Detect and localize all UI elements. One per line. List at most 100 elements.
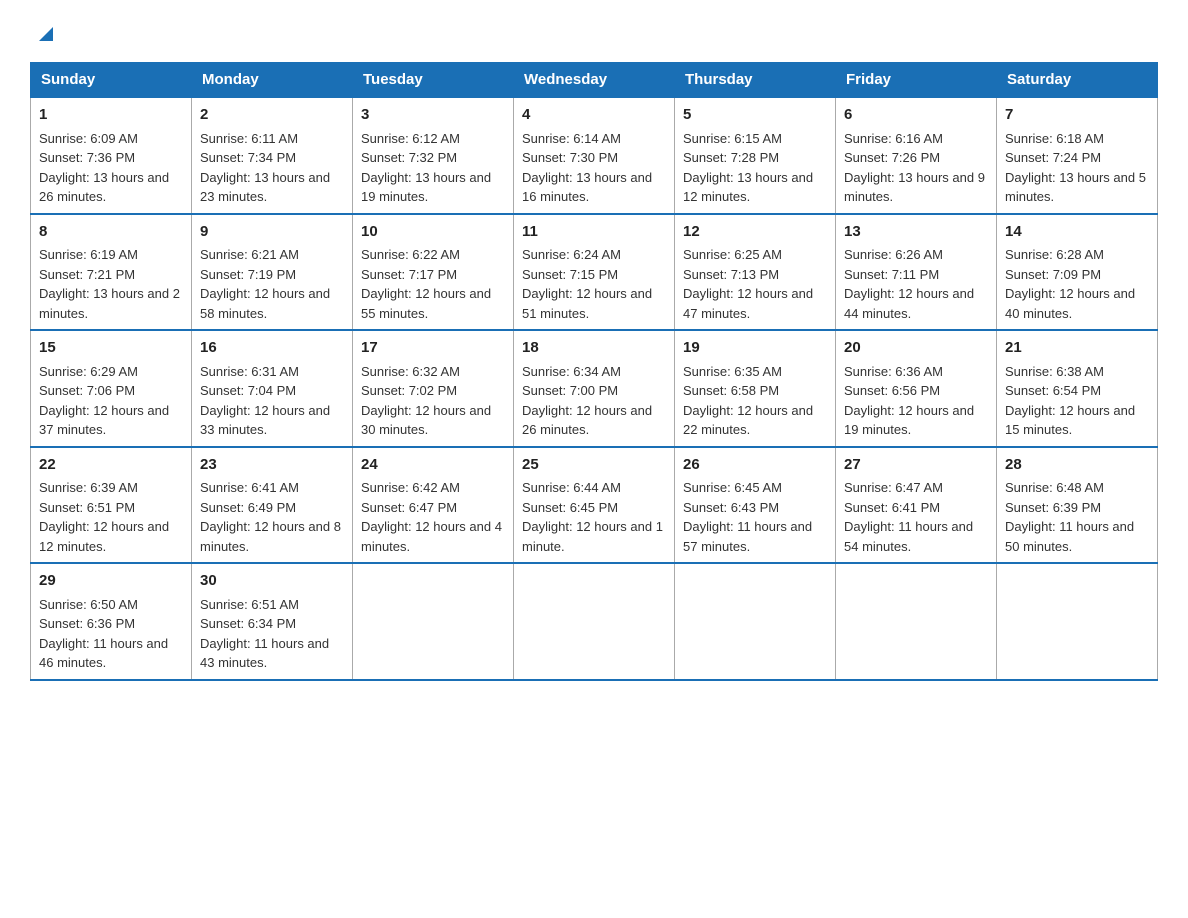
daylight-text: Daylight: 13 hours and 26 minutes.	[39, 170, 169, 205]
sunrise-text: Sunrise: 6:25 AM	[683, 247, 782, 262]
cell-content: 15Sunrise: 6:29 AMSunset: 7:06 PMDayligh…	[39, 337, 183, 440]
sunset-text: Sunset: 7:17 PM	[361, 267, 457, 282]
cell-content: 26Sunrise: 6:45 AMSunset: 6:43 PMDayligh…	[683, 454, 827, 557]
calendar-cell: 27 Sunrise: 6:47 AM Sunset: 6:41 PM Dayligh…	[836, 447, 997, 564]
day-number: 1	[39, 104, 183, 127]
daylight-text: Daylight: 11 hours and 50 minutes.	[1005, 519, 1134, 554]
calendar-week-4: 22Sunrise: 6:39 AMSunset: 6:51 PMDayligh…	[31, 447, 1158, 564]
daylight-text: Daylight: 11 hours and 43 minutes.	[200, 636, 329, 671]
calendar-cell: 22Sunrise: 6:39 AMSunset: 6:51 PMDayligh…	[31, 447, 192, 564]
day-number: 21	[1005, 337, 1149, 360]
daylight-text: Daylight: 11 hours and 54 minutes.	[844, 519, 973, 554]
day-header-thursday: Thursday	[675, 63, 836, 98]
sunrise-text: Sunrise: 6:24 AM	[522, 247, 621, 262]
sunrise-text: Sunrise: 6:12 AM	[361, 131, 460, 146]
sunset-text: Sunset: 6:41 PM	[844, 500, 940, 515]
sunset-text: Sunset: 7:19 PM	[200, 267, 296, 282]
daylight-text: Daylight: 13 hours and 9 minutes.	[844, 170, 985, 205]
sunset-text: Sunset: 6:51 PM	[39, 500, 135, 515]
day-header-saturday: Saturday	[997, 63, 1158, 98]
cell-content: 29Sunrise: 6:50 AMSunset: 6:36 PMDayligh…	[39, 570, 183, 673]
day-number: 24	[361, 454, 505, 477]
daylight-text: Daylight: 11 hours and 57 minutes.	[683, 519, 812, 554]
sunrise-text: Sunrise: 6:47 AM	[844, 480, 943, 495]
day-number: 4	[522, 104, 666, 127]
sunrise-text: Sunrise: 6:41 AM	[200, 480, 299, 495]
daylight-text: Daylight: 12 hours and 40 minutes.	[1005, 286, 1135, 321]
sunset-text: Sunset: 6:47 PM	[361, 500, 457, 515]
sunrise-text: Sunrise: 6:15 AM	[683, 131, 782, 146]
sunset-text: Sunset: 7:30 PM	[522, 150, 618, 165]
daylight-text: Daylight: 13 hours and 23 minutes.	[200, 170, 330, 205]
calendar-cell: 6Sunrise: 6:16 AMSunset: 7:26 PMDaylight…	[836, 97, 997, 214]
sunset-text: Sunset: 6:39 PM	[1005, 500, 1101, 515]
cell-content: 3Sunrise: 6:12 AMSunset: 7:32 PMDaylight…	[361, 104, 505, 207]
calendar-cell: 28Sunrise: 6:48 AMSunset: 6:39 PMDayligh…	[997, 447, 1158, 564]
day-number: 11	[522, 221, 666, 244]
sunset-text: Sunset: 6:56 PM	[844, 383, 940, 398]
cell-content: 12Sunrise: 6:25 AMSunset: 7:13 PMDayligh…	[683, 221, 827, 324]
cell-content: 28Sunrise: 6:48 AMSunset: 6:39 PMDayligh…	[1005, 454, 1149, 557]
sunrise-text: Sunrise: 6:14 AM	[522, 131, 621, 146]
daylight-text: Daylight: 11 hours and 46 minutes.	[39, 636, 168, 671]
day-number: 22	[39, 454, 183, 477]
calendar-cell: 12Sunrise: 6:25 AMSunset: 7:13 PMDayligh…	[675, 214, 836, 331]
cell-content: 9Sunrise: 6:21 AMSunset: 7:19 PMDaylight…	[200, 221, 344, 324]
day-number: 27	[844, 454, 988, 477]
sunrise-text: Sunrise: 6:42 AM	[361, 480, 460, 495]
daylight-text: Daylight: 13 hours and 12 minutes.	[683, 170, 813, 205]
sunrise-text: Sunrise: 6:29 AM	[39, 364, 138, 379]
day-number: 9	[200, 221, 344, 244]
calendar-cell: 20Sunrise: 6:36 AMSunset: 6:56 PMDayligh…	[836, 330, 997, 447]
daylight-text: Daylight: 12 hours and 26 minutes.	[522, 403, 652, 438]
calendar-cell: 26Sunrise: 6:45 AMSunset: 6:43 PMDayligh…	[675, 447, 836, 564]
sunrise-text: Sunrise: 6:26 AM	[844, 247, 943, 262]
daylight-text: Daylight: 12 hours and 22 minutes.	[683, 403, 813, 438]
day-number: 25	[522, 454, 666, 477]
cell-content: 11Sunrise: 6:24 AMSunset: 7:15 PMDayligh…	[522, 221, 666, 324]
sunrise-text: Sunrise: 6:11 AM	[200, 131, 298, 146]
calendar-cell: 2Sunrise: 6:11 AMSunset: 7:34 PMDaylight…	[192, 97, 353, 214]
calendar-cell: 9Sunrise: 6:21 AMSunset: 7:19 PMDaylight…	[192, 214, 353, 331]
sunrise-text: Sunrise: 6:31 AM	[200, 364, 299, 379]
sunset-text: Sunset: 6:58 PM	[683, 383, 779, 398]
logo-triangle-icon	[35, 23, 57, 45]
day-number: 3	[361, 104, 505, 127]
day-header-wednesday: Wednesday	[514, 63, 675, 98]
day-number: 8	[39, 221, 183, 244]
daylight-text: Daylight: 12 hours and 33 minutes.	[200, 403, 330, 438]
cell-content: 5Sunrise: 6:15 AMSunset: 7:28 PMDaylight…	[683, 104, 827, 207]
day-number: 26	[683, 454, 827, 477]
cell-content: 8Sunrise: 6:19 AMSunset: 7:21 PMDaylight…	[39, 221, 183, 324]
cell-content: 16Sunrise: 6:31 AMSunset: 7:04 PMDayligh…	[200, 337, 344, 440]
cell-content: 25Sunrise: 6:44 AMSunset: 6:45 PMDayligh…	[522, 454, 666, 557]
cell-content: 17Sunrise: 6:32 AMSunset: 7:02 PMDayligh…	[361, 337, 505, 440]
daylight-text: Daylight: 12 hours and 1 minute.	[522, 519, 663, 554]
sunrise-text: Sunrise: 6:09 AM	[39, 131, 138, 146]
calendar-cell: 10Sunrise: 6:22 AMSunset: 7:17 PMDayligh…	[353, 214, 514, 331]
calendar-cell: 3Sunrise: 6:12 AMSunset: 7:32 PMDaylight…	[353, 97, 514, 214]
calendar-cell: 18Sunrise: 6:34 AMSunset: 7:00 PMDayligh…	[514, 330, 675, 447]
cell-content: 27 Sunrise: 6:47 AM Sunset: 6:41 PM Dayligh…	[844, 454, 988, 557]
cell-content: 1Sunrise: 6:09 AMSunset: 7:36 PMDaylight…	[39, 104, 183, 207]
day-number: 17	[361, 337, 505, 360]
calendar-cell: 7Sunrise: 6:18 AMSunset: 7:24 PMDaylight…	[997, 97, 1158, 214]
calendar-cell: 5Sunrise: 6:15 AMSunset: 7:28 PMDaylight…	[675, 97, 836, 214]
calendar-cell: 11Sunrise: 6:24 AMSunset: 7:15 PMDayligh…	[514, 214, 675, 331]
daylight-text: Daylight: 13 hours and 19 minutes.	[361, 170, 491, 205]
day-number: 28	[1005, 454, 1149, 477]
sunset-text: Sunset: 6:45 PM	[522, 500, 618, 515]
sunrise-text: Sunrise: 6:36 AM	[844, 364, 943, 379]
day-number: 23	[200, 454, 344, 477]
sunset-text: Sunset: 7:34 PM	[200, 150, 296, 165]
calendar-cell	[997, 563, 1158, 680]
calendar-cell: 13Sunrise: 6:26 AMSunset: 7:11 PMDayligh…	[836, 214, 997, 331]
daylight-text: Daylight: 13 hours and 2 minutes.	[39, 286, 180, 321]
day-header-monday: Monday	[192, 63, 353, 98]
sunrise-text: Sunrise: 6:35 AM	[683, 364, 782, 379]
day-number: 15	[39, 337, 183, 360]
day-number: 5	[683, 104, 827, 127]
daylight-text: Daylight: 12 hours and 15 minutes.	[1005, 403, 1135, 438]
cell-content: 7Sunrise: 6:18 AMSunset: 7:24 PMDaylight…	[1005, 104, 1149, 207]
day-header-sunday: Sunday	[31, 63, 192, 98]
